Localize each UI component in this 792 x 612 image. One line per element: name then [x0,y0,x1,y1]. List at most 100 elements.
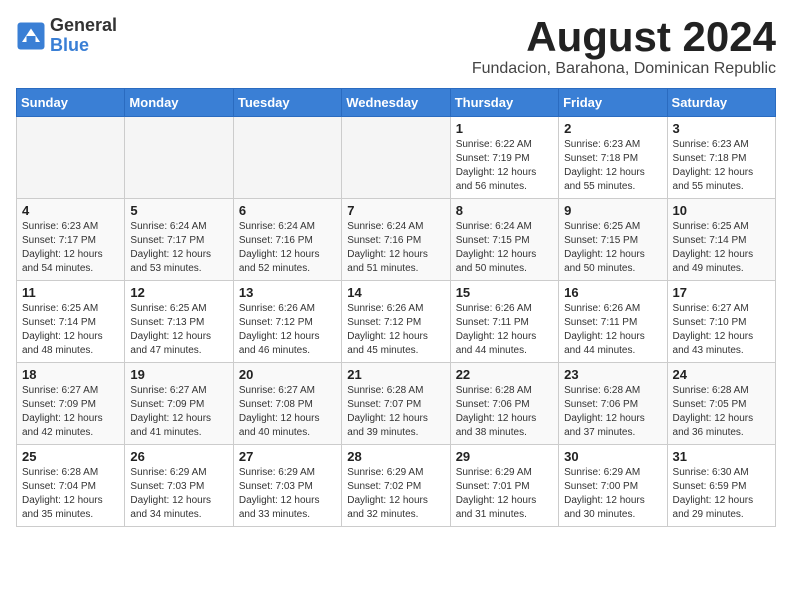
logo-text: General Blue [50,16,117,56]
logo-icon [16,21,46,51]
logo-general: General [50,16,117,36]
day-number: 15 [456,285,553,300]
calendar-cell: 21Sunrise: 6:28 AM Sunset: 7:07 PM Dayli… [342,363,450,445]
calendar-cell: 19 Sunrise: 6:27 AM Sunset: 7:09 PM Dayli… [125,363,233,445]
day-number: 31 [673,449,770,464]
calendar-cell: 24 Sunrise: 6:28 AM Sunset: 7:05 PM Dayli… [667,363,775,445]
calendar-cell [17,117,125,199]
day-info: Sunrise: 6:26 AM Sunset: 7:11 PM Dayligh… [456,302,553,358]
day-number: 22 [456,367,553,382]
calendar-cell: 10Sunrise: 6:25 AM Sunset: 7:14 PM Dayli… [667,199,775,281]
weekday-header: Saturday [667,89,775,117]
calendar-week-row: 11 Sunrise: 6:25 AM Sunset: 7:14 PM Dayli… [17,281,776,363]
calendar-cell [233,117,341,199]
calendar-cell: 23 Sunrise: 6:28 AM Sunset: 7:06 PM Dayli… [559,363,667,445]
day-info: Sunrise: 6:24 AM Sunset: 7:17 PM Dayligh… [130,220,227,276]
day-number: 2 [564,121,661,136]
calendar-cell: 20 Sunrise: 6:27 AM Sunset: 7:08 PM Dayli… [233,363,341,445]
calendar-cell [342,117,450,199]
weekday-header: Monday [125,89,233,117]
calendar-cell: 26Sunrise: 6:29 AM Sunset: 7:03 PM Dayli… [125,445,233,527]
calendar-cell: 18Sunrise: 6:27 AM Sunset: 7:09 PM Dayli… [17,363,125,445]
calendar-cell: 17 Sunrise: 6:27 AM Sunset: 7:10 PM Dayli… [667,281,775,363]
calendar-cell: 12Sunrise: 6:25 AM Sunset: 7:13 PM Dayli… [125,281,233,363]
weekday-header: Wednesday [342,89,450,117]
calendar-cell: 4Sunrise: 6:23 AM Sunset: 7:17 PM Daylig… [17,199,125,281]
calendar-cell: 31 Sunrise: 6:30 AM Sunset: 6:59 PM Dayli… [667,445,775,527]
day-number: 12 [130,285,227,300]
day-number: 13 [239,285,336,300]
day-number: 27 [239,449,336,464]
day-info: Sunrise: 6:24 AM Sunset: 7:16 PM Dayligh… [347,220,444,276]
day-number: 25 [22,449,119,464]
calendar-cell: 3 Sunrise: 6:23 AM Sunset: 7:18 PM Daylig… [667,117,775,199]
day-info: Sunrise: 6:28 AM Sunset: 7:06 PM Dayligh… [456,384,553,440]
day-number: 11 [22,285,119,300]
day-number: 6 [239,203,336,218]
calendar-cell: 11 Sunrise: 6:25 AM Sunset: 7:14 PM Dayli… [17,281,125,363]
day-info: Sunrise: 6:25 AM Sunset: 7:14 PM Dayligh… [22,302,119,358]
day-info: Sunrise: 6:29 AM Sunset: 7:03 PM Dayligh… [239,466,336,522]
day-info: Sunrise: 6:26 AM Sunset: 7:12 PM Dayligh… [347,302,444,358]
day-number: 1 [456,121,553,136]
day-info: Sunrise: 6:23 AM Sunset: 7:18 PM Dayligh… [564,138,661,194]
day-info: Sunrise: 6:24 AM Sunset: 7:16 PM Dayligh… [239,220,336,276]
weekday-header: Friday [559,89,667,117]
day-number: 5 [130,203,227,218]
day-info: Sunrise: 6:24 AM Sunset: 7:15 PM Dayligh… [456,220,553,276]
day-number: 28 [347,449,444,464]
calendar-cell: 28Sunrise: 6:29 AM Sunset: 7:02 PM Dayli… [342,445,450,527]
calendar-cell: 27 Sunrise: 6:29 AM Sunset: 7:03 PM Dayli… [233,445,341,527]
day-info: Sunrise: 6:28 AM Sunset: 7:06 PM Dayligh… [564,384,661,440]
day-number: 21 [347,367,444,382]
weekday-header: Thursday [450,89,558,117]
day-info: Sunrise: 6:27 AM Sunset: 7:09 PM Dayligh… [130,384,227,440]
calendar-cell: 13Sunrise: 6:26 AM Sunset: 7:12 PM Dayli… [233,281,341,363]
day-number: 10 [673,203,770,218]
day-info: Sunrise: 6:25 AM Sunset: 7:15 PM Dayligh… [564,220,661,276]
calendar-week-row: 4Sunrise: 6:23 AM Sunset: 7:17 PM Daylig… [17,199,776,281]
day-info: Sunrise: 6:30 AM Sunset: 6:59 PM Dayligh… [673,466,770,522]
day-info: Sunrise: 6:29 AM Sunset: 7:01 PM Dayligh… [456,466,553,522]
day-info: Sunrise: 6:26 AM Sunset: 7:11 PM Dayligh… [564,302,661,358]
calendar-cell: 25 Sunrise: 6:28 AM Sunset: 7:04 PM Dayli… [17,445,125,527]
day-info: Sunrise: 6:29 AM Sunset: 7:00 PM Dayligh… [564,466,661,522]
calendar-cell: 30 Sunrise: 6:29 AM Sunset: 7:00 PM Dayli… [559,445,667,527]
calendar-week-row: 18Sunrise: 6:27 AM Sunset: 7:09 PM Dayli… [17,363,776,445]
day-info: Sunrise: 6:28 AM Sunset: 7:05 PM Dayligh… [673,384,770,440]
day-number: 20 [239,367,336,382]
day-number: 24 [673,367,770,382]
month-year: August 2024 [472,16,776,58]
calendar-cell: 15 Sunrise: 6:26 AM Sunset: 7:11 PM Dayli… [450,281,558,363]
day-number: 3 [673,121,770,136]
calendar-week-row: 25 Sunrise: 6:28 AM Sunset: 7:04 PM Dayli… [17,445,776,527]
calendar-cell: 7 Sunrise: 6:24 AM Sunset: 7:16 PM Daylig… [342,199,450,281]
day-number: 29 [456,449,553,464]
calendar-cell: 14Sunrise: 6:26 AM Sunset: 7:12 PM Dayli… [342,281,450,363]
calendar-cell [125,117,233,199]
calendar-cell: 9Sunrise: 6:25 AM Sunset: 7:15 PM Daylig… [559,199,667,281]
logo: General Blue [16,16,117,56]
day-info: Sunrise: 6:28 AM Sunset: 7:04 PM Dayligh… [22,466,119,522]
day-info: Sunrise: 6:27 AM Sunset: 7:10 PM Dayligh… [673,302,770,358]
calendar-cell: 8 Sunrise: 6:24 AM Sunset: 7:15 PM Daylig… [450,199,558,281]
day-number: 30 [564,449,661,464]
calendar-cell: 16Sunrise: 6:26 AM Sunset: 7:11 PM Dayli… [559,281,667,363]
day-info: Sunrise: 6:27 AM Sunset: 7:09 PM Dayligh… [22,384,119,440]
location: Fundacion, Barahona, Dominican Republic [472,60,776,78]
day-number: 17 [673,285,770,300]
header: General Blue August 2024 Fundacion, Bara… [16,16,776,78]
day-info: Sunrise: 6:27 AM Sunset: 7:08 PM Dayligh… [239,384,336,440]
calendar-week-row: 1 Sunrise: 6:22 AM Sunset: 7:19 PM Daylig… [17,117,776,199]
logo-blue: Blue [50,36,117,56]
day-number: 19 [130,367,227,382]
day-number: 7 [347,203,444,218]
day-info: Sunrise: 6:22 AM Sunset: 7:19 PM Dayligh… [456,138,553,194]
day-info: Sunrise: 6:29 AM Sunset: 7:03 PM Dayligh… [130,466,227,522]
day-number: 4 [22,203,119,218]
day-number: 23 [564,367,661,382]
calendar-cell: 29 Sunrise: 6:29 AM Sunset: 7:01 PM Dayli… [450,445,558,527]
calendar-cell: 6 Sunrise: 6:24 AM Sunset: 7:16 PM Daylig… [233,199,341,281]
day-info: Sunrise: 6:23 AM Sunset: 7:18 PM Dayligh… [673,138,770,194]
day-number: 8 [456,203,553,218]
